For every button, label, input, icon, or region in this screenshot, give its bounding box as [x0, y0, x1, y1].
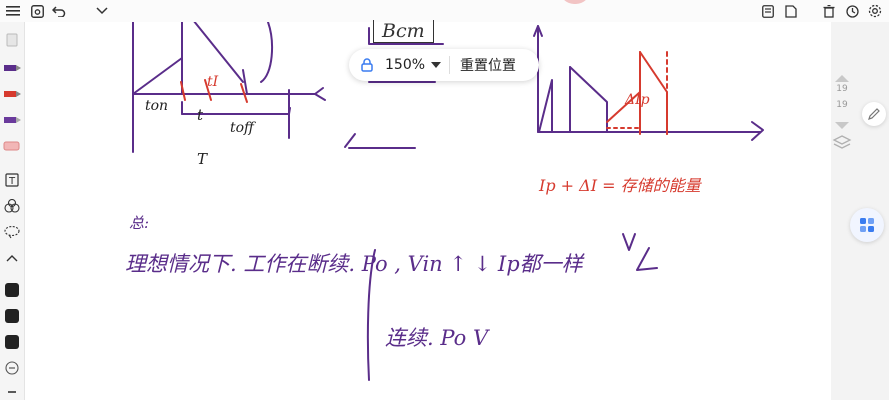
curve-upper: [260, 22, 273, 83]
note-canvas[interactable]: Bcm ton t toff T tI ΔIp Ip + ΔI = 存储的能量 …: [25, 20, 831, 400]
label-tI: tI: [207, 74, 219, 90]
text-tool-icon[interactable]: T: [3, 172, 21, 187]
notebook-icon[interactable]: [759, 2, 777, 20]
axis-arrow-a: [314, 87, 324, 95]
color-swatch-2[interactable]: [3, 308, 21, 323]
tool-sidebar: T: [0, 22, 25, 400]
ramp-2: [193, 22, 244, 83]
highlighter-purple-icon[interactable]: [3, 112, 21, 126]
right-ramp-1: [538, 79, 553, 133]
page-number-bottom: 19: [836, 100, 848, 110]
zoom-value: 150%: [385, 57, 426, 73]
floating-apps-button[interactable]: [850, 208, 884, 242]
stack-icon[interactable]: [832, 134, 852, 154]
history-icon[interactable]: [843, 2, 861, 20]
zoom-divider: [449, 56, 451, 74]
shapes-icon[interactable]: [3, 198, 21, 213]
label-ton: ton: [145, 98, 169, 114]
lock-icon[interactable]: [361, 58, 377, 72]
layers-icon[interactable]: [3, 32, 21, 47]
page-down-icon[interactable]: [834, 116, 850, 135]
lasso-icon[interactable]: [3, 224, 21, 239]
color-swatch-3[interactable]: [3, 334, 21, 349]
pen-purple-icon[interactable]: [3, 60, 21, 74]
eraser-icon[interactable]: [3, 138, 21, 152]
right-ramp-2: [569, 66, 608, 133]
v-arrow-mark: [622, 233, 636, 251]
boxed-label: Bcm: [373, 20, 434, 43]
chevron-down-icon[interactable]: [93, 2, 111, 20]
undo-icon[interactable]: [50, 2, 68, 20]
page-number-top: 19: [836, 84, 848, 94]
top-toolbar: [0, 0, 889, 22]
save-icon[interactable]: [28, 2, 46, 20]
page-icon[interactable]: [782, 2, 800, 20]
red-formula: Ip + ΔI = 存储的能量: [539, 176, 701, 195]
apps-icon: [860, 218, 874, 232]
menu-icon[interactable]: [4, 2, 22, 20]
line-width-icon[interactable]: [3, 384, 21, 398]
label-delta-ip: ΔIp: [625, 92, 650, 108]
zoom-control[interactable]: 150% 重置位置: [349, 49, 539, 81]
collapse-chevron-icon[interactable]: [3, 250, 21, 264]
reset-position-button[interactable]: 重置位置: [460, 55, 516, 75]
note-line-2: 连续. Po V: [385, 326, 489, 350]
edit-pen-button[interactable]: [862, 102, 886, 126]
down-arrow-mark: [636, 247, 658, 271]
pencil-icon: [868, 108, 880, 120]
label-T: T: [197, 150, 208, 168]
settings-icon[interactable]: [866, 2, 884, 20]
summary-mark: 总:: [129, 214, 150, 232]
note-line-1: 理想情况下. 工作在断续. Po , Vin ↑ ↓ Ip都一样: [125, 252, 583, 276]
delete-icon[interactable]: [820, 2, 838, 20]
small-mark: [344, 133, 356, 148]
pen-red-icon[interactable]: [3, 86, 21, 100]
zoom-out-icon[interactable]: [3, 360, 21, 375]
svg-text:T: T: [8, 176, 16, 187]
color-swatch-1[interactable]: [3, 282, 21, 297]
zoom-dropdown-icon[interactable]: [431, 62, 442, 68]
label-toff: toff: [230, 120, 254, 136]
label-t: t: [197, 106, 204, 124]
ramp-1: [132, 57, 183, 95]
